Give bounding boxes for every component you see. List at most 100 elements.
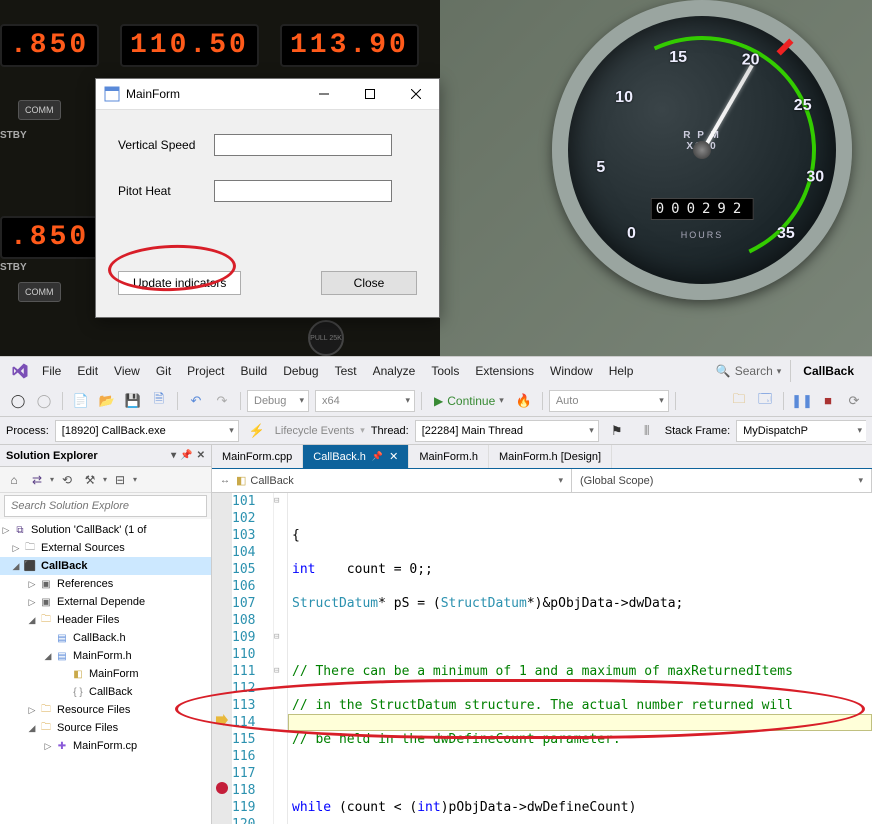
config-combo[interactable]: Debug	[247, 390, 309, 412]
menu-edit[interactable]: Edit	[69, 360, 106, 382]
thread-combo[interactable]: [22284] Main Thread	[415, 420, 599, 442]
undo-icon[interactable]: ↶	[184, 389, 208, 413]
new-icon[interactable]: 📄	[69, 389, 93, 413]
menu-git[interactable]: Git	[148, 360, 179, 382]
nav-scope[interactable]: ◧CallBack	[212, 469, 572, 492]
se-dropdown-icon[interactable]: ▾	[171, 450, 176, 461]
se-sync-icon[interactable]: ⟲	[57, 470, 77, 490]
mainform-titlebar[interactable]: MainForm	[96, 79, 439, 110]
pull-25k-knob[interactable]: PULL 25K	[308, 320, 344, 356]
current-stmt-arrow-icon[interactable]	[216, 714, 228, 726]
tree-mainform-node[interactable]: ◧MainForm	[0, 665, 211, 683]
se-switch-icon[interactable]: ⇄	[27, 470, 47, 490]
threads-icon[interactable]: ⫴	[635, 419, 659, 443]
comm-button-2[interactable]: COMM	[18, 282, 61, 302]
lifecycle-icon[interactable]: ⚡	[245, 419, 269, 443]
menu-project[interactable]: Project	[179, 360, 232, 382]
stackframe-combo[interactable]: MyDispatchP	[736, 420, 866, 442]
solution-explorer-title[interactable]: Solution Explorer ▾ 📌 ✕	[0, 445, 211, 467]
tab-mainform-cpp[interactable]: MainForm.cpp	[212, 445, 303, 468]
open-icon[interactable]: 📂	[95, 389, 119, 413]
menu-build[interactable]: Build	[233, 360, 276, 382]
solution-explorer-panel[interactable]: Solution Explorer ▾ 📌 ✕ ⌂ ⇄ ▾ ⟲ ⚒ ▾ ⊟ ▾	[0, 445, 212, 824]
vs-menubar[interactable]: File Edit View Git Project Build Debug T…	[0, 357, 872, 385]
tree-external-deps[interactable]: ▷▣External Depende	[0, 593, 211, 611]
pitot-heat-input[interactable]	[214, 180, 392, 202]
se-search-input[interactable]	[4, 495, 207, 517]
tree-references[interactable]: ▷▣References	[0, 575, 211, 593]
vs-process-bar[interactable]: Process: [18920] CallBack.exe ⚡ Lifecycl…	[0, 417, 872, 445]
se-collapse-icon[interactable]: ⊟	[110, 470, 130, 490]
tree-header-files[interactable]: ◢🗀Header Files	[0, 611, 211, 629]
menu-test[interactable]: Test	[327, 360, 365, 382]
menu-extensions[interactable]: Extensions	[467, 360, 542, 382]
auto-combo[interactable]: Auto	[549, 390, 669, 412]
tree-source-files[interactable]: ◢🗀Source Files	[0, 719, 211, 737]
mainform-window[interactable]: MainForm Vertical Speed Pitot Heat Updat…	[95, 78, 440, 318]
menu-file[interactable]: File	[34, 360, 69, 382]
vs-search-box[interactable]: 🔍 Search ▾	[707, 361, 791, 381]
continue-label: Continue	[447, 394, 495, 408]
se-filter-icon[interactable]: ⚒	[80, 470, 100, 490]
editor-tabs[interactable]: MainForm.cpp CallBack.h📌✕ MainForm.h Mai…	[212, 445, 872, 469]
menu-view[interactable]: View	[106, 360, 148, 382]
close-button[interactable]	[393, 79, 439, 109]
vertical-speed-input[interactable]	[214, 134, 392, 156]
se-pin-icon[interactable]: 📌	[180, 450, 192, 461]
minimize-button[interactable]	[301, 79, 347, 109]
tree-solution[interactable]: ▷⧉Solution 'CallBack' (1 of	[0, 521, 211, 539]
menu-analyze[interactable]: Analyze	[365, 360, 424, 382]
maximize-button[interactable]	[347, 79, 393, 109]
tab-close-icon[interactable]: ✕	[389, 450, 398, 463]
tree-callback-brace[interactable]: { }CallBack	[0, 683, 211, 701]
platform-combo[interactable]: x64	[315, 390, 415, 412]
tree-project-callback[interactable]: ◢⬛CallBack	[0, 557, 211, 575]
stop-icon[interactable]: ■	[816, 389, 840, 413]
code-area[interactable]: 101102103104 105106107108 109110111112 1…	[212, 493, 872, 824]
se-search[interactable]	[4, 495, 207, 517]
tab-mainform-design[interactable]: MainForm.h [Design]	[489, 445, 612, 468]
vs-toolbar[interactable]: ◯ ◯ 📄 📂 💾 🗎 ↶ ↷ Debug x64 ▶ Continue ▾ 🔥…	[0, 385, 872, 417]
tab-callback-h[interactable]: CallBack.h📌✕	[303, 445, 409, 468]
nav-fwd-icon[interactable]: ◯	[32, 389, 56, 413]
toolbar-icon-2[interactable]: 🗔	[753, 389, 777, 413]
tab-mainform-h[interactable]: MainForm.h	[409, 445, 489, 468]
tree-mainform-cpp[interactable]: ▷✚MainForm.cp	[0, 737, 211, 755]
toolbar-icon-1[interactable]: 🗀	[727, 389, 751, 413]
se-home-icon[interactable]: ⌂	[4, 470, 24, 490]
breakpoint-gutter[interactable]	[212, 493, 232, 824]
se-toolbar[interactable]: ⌂ ⇄ ▾ ⟲ ⚒ ▾ ⊟ ▾	[0, 467, 211, 493]
editor-nav-bar[interactable]: ◧CallBack (Global Scope)	[212, 469, 872, 493]
save-icon[interactable]: 💾	[121, 389, 145, 413]
code-editor[interactable]: MainForm.cpp CallBack.h📌✕ MainForm.h Mai…	[212, 445, 872, 824]
code-text[interactable]: { int count = 0;; StructDatum* pS = (Str…	[288, 493, 872, 824]
tree-callback-h[interactable]: ▤CallBack.h	[0, 629, 211, 647]
visual-studio-window[interactable]: File Edit View Git Project Build Debug T…	[0, 356, 872, 824]
close-form-button[interactable]: Close	[321, 271, 417, 295]
nav-member[interactable]: (Global Scope)	[572, 469, 872, 492]
hot-reload-icon[interactable]: 🔥	[512, 389, 536, 413]
menu-tools[interactable]: Tools	[423, 360, 467, 382]
nav-back-icon[interactable]: ◯	[6, 389, 30, 413]
tab-pin-icon[interactable]: 📌	[372, 451, 383, 462]
restart-icon[interactable]: ⟳	[842, 389, 866, 413]
redo-icon[interactable]: ↷	[210, 389, 234, 413]
continue-button[interactable]: ▶ Continue ▾	[428, 394, 510, 408]
pause-icon[interactable]: ❚❚	[790, 389, 814, 413]
flag-icon[interactable]: ⚑	[605, 419, 629, 443]
menu-window[interactable]: Window	[542, 360, 601, 382]
menu-help[interactable]: Help	[601, 360, 642, 382]
solution-tree[interactable]: ▷⧉Solution 'CallBack' (1 of ▷🗀External S…	[0, 519, 211, 824]
save-all-icon[interactable]: 🗎	[147, 389, 171, 413]
process-combo[interactable]: [18920] CallBack.exe	[55, 420, 239, 442]
tree-external-sources[interactable]: ▷🗀External Sources	[0, 539, 211, 557]
breakpoint-icon[interactable]	[216, 782, 228, 794]
fold-gutter[interactable]: ⊟ ⊟⊟	[274, 493, 288, 824]
tree-mainform-h[interactable]: ◢▤MainForm.h	[0, 647, 211, 665]
comm-button-1[interactable]: COMM	[18, 100, 61, 120]
update-indicators-button[interactable]: Update indicators	[118, 271, 241, 295]
se-close-icon[interactable]: ✕	[197, 450, 205, 461]
menu-debug[interactable]: Debug	[275, 360, 326, 382]
vs-logo-icon[interactable]	[6, 357, 34, 385]
tree-resource-files[interactable]: ▷🗀Resource Files	[0, 701, 211, 719]
